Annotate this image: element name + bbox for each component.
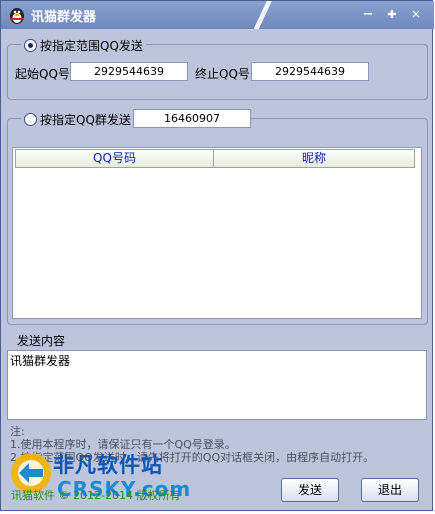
message-label: 发送内容 (17, 334, 66, 348)
start-qq-label: 起始QQ号 (15, 67, 70, 81)
exit-button[interactable]: 退出 (361, 478, 419, 502)
app-penguin-icon (10, 8, 24, 24)
close-button[interactable]: ✕ (407, 7, 425, 23)
column-qq-number[interactable]: QQ号码 (16, 150, 214, 167)
window-title: 讯猫群发器 (31, 10, 97, 25)
group-radio-label: 按指定QQ群发送 (40, 113, 131, 127)
minimize-button[interactable]: − (359, 7, 377, 23)
group-radio-button[interactable] (24, 113, 37, 126)
start-qq-input[interactable]: 2929544639 (70, 62, 188, 81)
main-window: 讯猫群发器 − ✚ ✕ 按指定范围QQ发送 起始QQ号 2929544639 终… (0, 0, 434, 511)
copyright-text: 讯猫软件 © 2012-2014 版权所有 (11, 489, 181, 502)
message-textarea[interactable]: 讯猫群发器 (7, 350, 427, 420)
title-bar[interactable]: 讯猫群发器 − ✚ ✕ (1, 1, 434, 29)
end-qq-label: 终止QQ号 (195, 67, 250, 81)
send-button[interactable]: 发送 (281, 478, 339, 502)
range-radio-label: 按指定范围QQ发送 (40, 39, 143, 53)
member-list-header: QQ号码 昵称 (15, 149, 415, 168)
column-nickname[interactable]: 昵称 (214, 150, 414, 167)
title-decoration (249, 1, 275, 29)
watermark-main-text: 非凡软件站 (53, 453, 163, 477)
range-radio-option[interactable]: 按指定范围QQ发送 (21, 37, 146, 54)
end-qq-input[interactable]: 2929544639 (251, 62, 369, 81)
range-radio-button[interactable] (24, 39, 37, 52)
member-list[interactable]: QQ号码 昵称 (12, 147, 422, 319)
maximize-button[interactable]: ✚ (383, 7, 401, 23)
group-radio-option[interactable]: 按指定QQ群发送 (21, 111, 134, 128)
qq-group-input[interactable]: 16460907 (133, 109, 251, 128)
